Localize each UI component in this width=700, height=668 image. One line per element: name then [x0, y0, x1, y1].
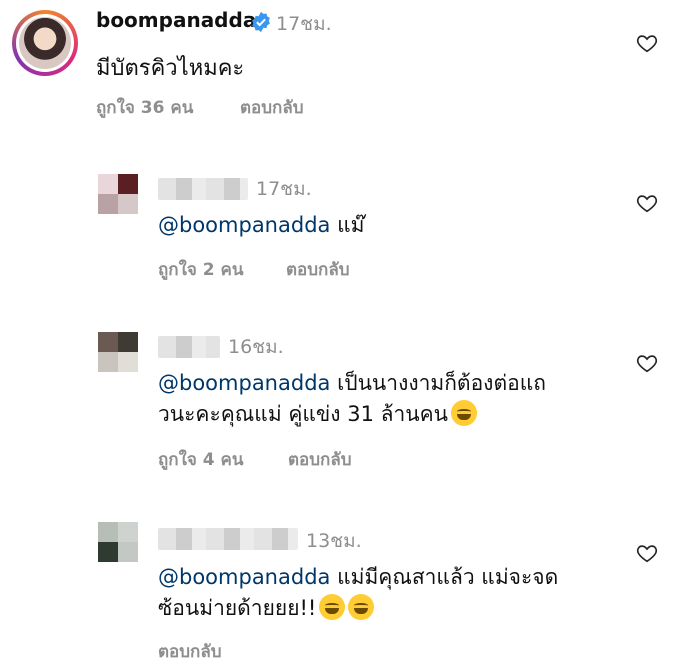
avatar[interactable]	[98, 332, 138, 372]
avatar[interactable]	[98, 174, 138, 214]
grinning-sweat-emoji-icon	[451, 400, 478, 426]
blurred-username	[158, 336, 220, 358]
comment-time: 17ชม.	[276, 13, 332, 35]
reply-comment: 17ชม. @boompanadda แม๊ ถูกใจ 2 คน ตอบกลั…	[0, 160, 700, 280]
mention-link[interactable]: @boompanadda	[158, 565, 330, 589]
comment-text: @boompanadda เป็นนางงามก็ต้องต่อแถ วนะคะ…	[158, 371, 546, 426]
comment-time: 16ชม.	[228, 336, 284, 358]
comment-text: @boompanadda แม๊	[158, 213, 365, 237]
reply-comment: 16ชม. @boompanadda เป็นนางงามก็ต้องต่อแถ…	[0, 318, 700, 478]
tears-of-joy-emoji-icon	[348, 594, 375, 620]
likes-count[interactable]: ถูกใจ 36 คน	[96, 94, 193, 121]
likes-count[interactable]: ถูกใจ 4 คน	[158, 446, 244, 473]
reply-comment: 13ชม. @boompanadda แม่มีคุณสาแล้ว แม่จะจ…	[0, 508, 700, 668]
reply-button[interactable]: ตอบกลับ	[288, 446, 352, 473]
main-comment: boompanadda 17ชม. มีบัตรคิวไหมคะ ถูกใจ 3…	[0, 0, 700, 130]
comment-text: มีบัตรคิวไหมคะ	[96, 56, 245, 81]
likes-count[interactable]: ถูกใจ 2 คน	[158, 256, 244, 283]
heart-icon[interactable]	[636, 192, 658, 214]
heart-icon[interactable]	[636, 32, 658, 54]
mention-link[interactable]: @boompanadda	[158, 371, 330, 395]
reply-button[interactable]: ตอบกลับ	[158, 638, 222, 665]
heart-icon[interactable]	[636, 352, 658, 374]
comment-username[interactable]: boompanadda	[96, 8, 256, 32]
reply-button[interactable]: ตอบกลับ	[240, 94, 304, 121]
comment-text: @boompanadda แม่มีคุณสาแล้ว แม่จะจด ซ้อน…	[158, 565, 559, 620]
comment-time: 13ชม.	[306, 530, 362, 552]
tears-of-joy-emoji-icon	[319, 594, 346, 620]
blurred-username	[158, 178, 248, 200]
comment-time: 17ชม.	[256, 178, 312, 200]
blurred-username	[158, 528, 298, 550]
avatar[interactable]	[98, 522, 138, 562]
reply-button[interactable]: ตอบกลับ	[286, 256, 350, 283]
verified-badge-icon	[252, 11, 270, 33]
heart-icon[interactable]	[636, 542, 658, 564]
avatar[interactable]	[12, 10, 78, 76]
profile-photo	[19, 17, 71, 69]
mention-link[interactable]: @boompanadda	[158, 213, 330, 237]
